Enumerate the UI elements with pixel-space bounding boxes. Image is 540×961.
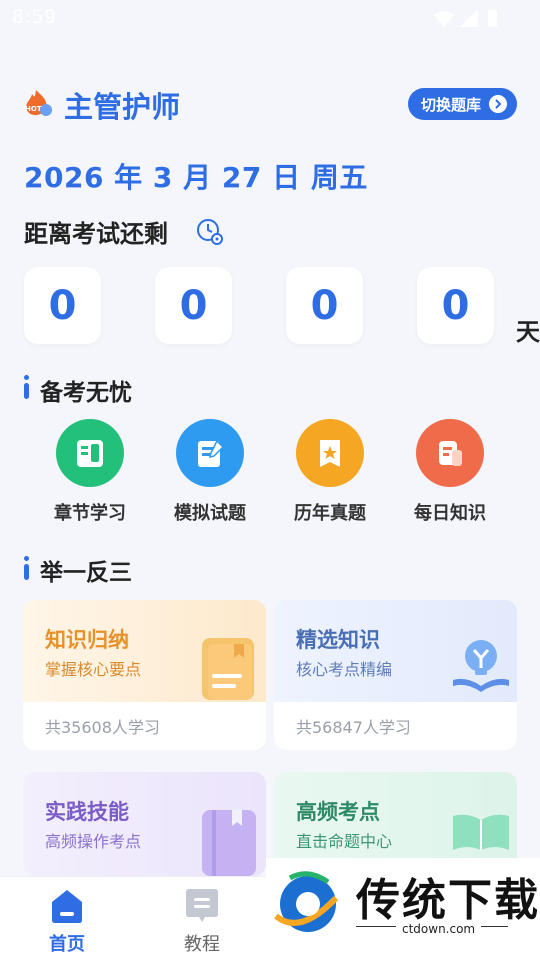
- countdown-digit: 0: [155, 267, 232, 344]
- tab-home[interactable]: 首页: [47, 888, 87, 955]
- tab-label: 首页: [49, 934, 85, 955]
- card-subtitle: 高频操作考点: [45, 832, 142, 851]
- section-marker-dot: [24, 375, 29, 380]
- status-icons: [434, 9, 497, 27]
- lightbulb-book-icon: [453, 640, 509, 692]
- card-footer: 共56847人学习: [296, 718, 411, 737]
- watermark-logo-icon: [274, 871, 339, 932]
- section-marker-bar: [24, 383, 29, 399]
- switch-button-label: 切换题库: [420, 95, 481, 114]
- page-title: 主管护师: [64, 90, 181, 124]
- svg-text:HOT: HOT: [25, 105, 42, 113]
- card-subtitle: 核心考点精编: [296, 660, 393, 679]
- section-marker-bar: [24, 564, 29, 580]
- card-title: 高频考点: [296, 800, 380, 824]
- open-book-icon: [453, 814, 509, 850]
- feature-daily-knowledge[interactable]: 每日知识: [395, 419, 505, 525]
- clock-settings-icon[interactable]: [196, 218, 224, 246]
- chevron-right-icon: [489, 95, 507, 113]
- countdown-digit: 0: [417, 267, 494, 344]
- tab-tutorial[interactable]: 教程: [182, 888, 222, 955]
- document-icon: [416, 419, 484, 487]
- countdown-unit: 天: [516, 318, 540, 346]
- card-selected-knowledge[interactable]: 精选知识 核心考点精编 共56847人学习: [274, 600, 517, 750]
- card-title: 实践技能: [45, 800, 129, 824]
- hot-logo-icon: HOT: [25, 90, 52, 116]
- tab-label: 教程: [184, 934, 220, 955]
- feature-label: 每日知识: [414, 503, 486, 524]
- home-icon: [52, 890, 82, 923]
- card-subtitle: 掌握核心要点: [45, 660, 142, 679]
- notebook-icon: [202, 638, 254, 700]
- countdown-label: 距离考试还剩: [24, 220, 168, 248]
- feature-mock-exam[interactable]: 模拟试题: [155, 419, 265, 525]
- watermark-site: ctdown.com: [396, 922, 482, 936]
- card-title: 精选知识: [296, 628, 380, 652]
- watermark-name: 传统下载: [356, 875, 540, 926]
- signal-icon: [460, 9, 478, 27]
- star-bookmark-icon: [296, 419, 364, 487]
- card-subtitle: 直击命题中心: [296, 832, 393, 851]
- book-icon: [56, 419, 124, 487]
- edit-document-icon: [176, 419, 244, 487]
- notebook-icon: [202, 810, 256, 876]
- status-time: 8:59: [12, 6, 57, 28]
- countdown-digit: 0: [24, 267, 101, 344]
- feature-label: 历年真题: [294, 503, 366, 524]
- card-practical-skills[interactable]: 实践技能 高频操作考点: [23, 772, 266, 876]
- feature-past-exams[interactable]: 历年真题: [275, 419, 385, 525]
- card-footer: 共35608人学习: [45, 718, 160, 737]
- section-title-practice: 举一反三: [40, 560, 132, 586]
- section-title-prep: 备考无忧: [40, 380, 132, 406]
- current-date: 2026 年 3 月 27 日 周五: [24, 161, 368, 194]
- feature-label: 模拟试题: [174, 503, 246, 524]
- switch-question-bank-button[interactable]: 切换题库: [407, 88, 517, 120]
- chat-book-icon: [186, 889, 218, 922]
- feature-label: 章节学习: [54, 503, 126, 524]
- section-marker-dot: [24, 556, 29, 561]
- feature-chapter-study[interactable]: 章节学习: [35, 419, 145, 525]
- wifi-icon: [434, 11, 454, 27]
- watermark-overlay: 传统下载 ctdown.com: [266, 858, 540, 960]
- countdown-digit: 0: [286, 267, 363, 344]
- card-knowledge-summary[interactable]: 知识归纳 掌握核心要点 共35608人学习: [23, 600, 266, 750]
- battery-icon: [488, 10, 497, 27]
- card-title: 知识归纳: [45, 628, 129, 652]
